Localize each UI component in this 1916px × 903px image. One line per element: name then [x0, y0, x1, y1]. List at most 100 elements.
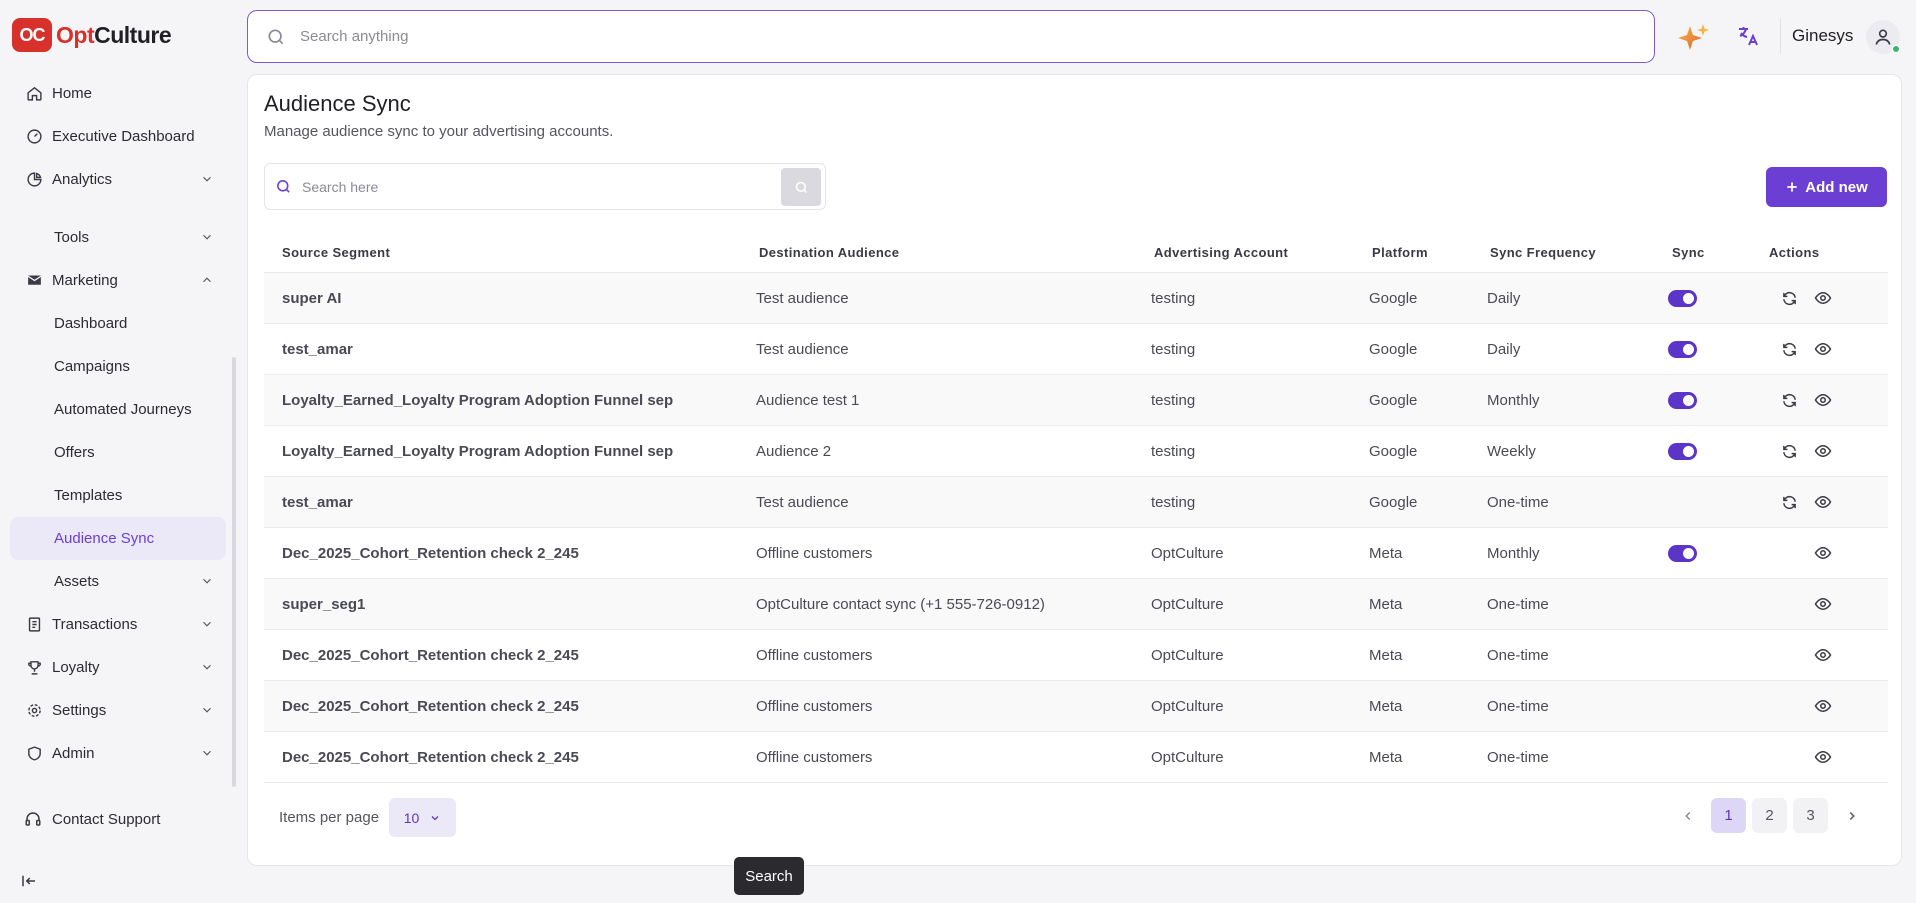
platform-cell: Meta — [1369, 748, 1403, 766]
sidebar-item-label: Tools — [54, 229, 90, 246]
sync-frequency-cell: One-time — [1487, 493, 1549, 511]
online-status-dot — [1892, 45, 1900, 53]
table-row[interactable]: test_amar Test audience testing Google Daily — [264, 324, 1888, 375]
table-row[interactable]: Dec_2025_Cohort_Retention check 2_245 Off… — [264, 528, 1888, 579]
table-search[interactable] — [264, 163, 826, 210]
contact-support-link[interactable]: Contact Support — [24, 810, 160, 828]
page-button-1[interactable]: 1 — [1711, 798, 1746, 833]
table-row[interactable]: test_amar Test audience testing Google One-t… — [264, 477, 1888, 528]
page-button-3[interactable]: 3 — [1793, 798, 1828, 833]
view-icon[interactable] — [1813, 594, 1833, 614]
table-row[interactable]: Loyalty_Earned_Loyalty Program Adoption … — [264, 426, 1888, 477]
items-per-page-select[interactable]: 10 — [389, 798, 456, 837]
chevron-down-icon — [203, 176, 211, 182]
resync-icon[interactable] — [1779, 288, 1799, 308]
sidebar-item-executive-dashboard[interactable]: Executive Dashboard — [10, 115, 226, 158]
view-icon[interactable] — [1813, 645, 1833, 665]
sidebar-scrollbar[interactable] — [232, 357, 236, 787]
sidebar-item-marketing[interactable]: Marketing — [10, 259, 226, 302]
resync-icon[interactable] — [1779, 390, 1799, 410]
sidebar-item-templates[interactable]: Templates — [10, 474, 226, 517]
source-segment-cell: Dec_2025_Cohort_Retention check 2_245 — [282, 697, 579, 715]
global-search[interactable] — [247, 10, 1655, 63]
sync-toggle[interactable] — [1668, 340, 1697, 358]
ai-sparkle-icon[interactable] — [1676, 20, 1712, 61]
view-icon[interactable] — [1813, 543, 1833, 563]
column-header[interactable]: Destination Audience — [756, 245, 1151, 260]
table-row[interactable]: Dec_2025_Cohort_Retention check 2_245 Off… — [264, 732, 1888, 783]
source-segment-cell: Loyalty_Earned_Loyalty Program Adoption … — [282, 391, 674, 409]
translate-icon[interactable] — [1736, 24, 1760, 53]
advertising-account-cell: OptCulture — [1151, 646, 1224, 664]
table-row[interactable]: Dec_2025_Cohort_Retention check 2_245 Off… — [264, 681, 1888, 732]
sync-toggle[interactable] — [1668, 544, 1697, 562]
sidebar-item-audience-sync[interactable]: Audience Sync — [10, 517, 226, 560]
actions-cell — [1769, 441, 1888, 461]
collapse-sidebar-icon[interactable] — [20, 872, 38, 895]
table-search-input[interactable] — [302, 178, 772, 195]
destination-audience-cell: Offline customers — [756, 544, 873, 562]
platform-cell: Google — [1369, 340, 1418, 358]
resync-icon[interactable] — [1779, 441, 1799, 461]
destination-audience-cell: Offline customers — [756, 646, 873, 664]
sync-frequency-cell: One-time — [1487, 646, 1549, 664]
envelope-icon — [24, 271, 44, 291]
sync-cell — [1668, 289, 1769, 307]
app-logo[interactable]: OC OptCulture — [12, 18, 172, 52]
global-search-input[interactable] — [300, 28, 1500, 45]
sidebar-item-offers[interactable]: Offers — [10, 431, 226, 474]
sync-toggle[interactable] — [1668, 289, 1697, 307]
prev-page-button[interactable] — [1670, 798, 1705, 833]
next-page-button[interactable] — [1834, 798, 1869, 833]
page-subtitle: Manage audience sync to your advertising… — [264, 123, 614, 140]
org-name[interactable]: Ginesys — [1792, 26, 1853, 46]
source-segment-cell: Dec_2025_Cohort_Retention check 2_245 — [282, 748, 579, 766]
view-icon[interactable] — [1813, 696, 1833, 716]
table-row[interactable]: Dec_2025_Cohort_Retention check 2_245 Off… — [264, 630, 1888, 681]
sidebar-item-admin[interactable]: Admin — [10, 732, 226, 775]
table-row[interactable]: super_seg1 OptCulture contact sync (+1 55… — [264, 579, 1888, 630]
view-icon[interactable] — [1813, 747, 1833, 767]
column-header[interactable]: Sync — [1669, 245, 1769, 260]
home-icon — [24, 84, 44, 104]
actions-cell — [1769, 339, 1888, 359]
page-button-2[interactable]: 2 — [1752, 798, 1787, 833]
sync-toggle[interactable] — [1668, 391, 1697, 409]
view-icon[interactable] — [1813, 492, 1833, 512]
view-icon[interactable] — [1813, 441, 1833, 461]
sync-toggle[interactable] — [1668, 442, 1697, 460]
resync-icon[interactable] — [1779, 492, 1799, 512]
table-row[interactable]: Loyalty_Earned_Loyalty Program Adoption … — [264, 375, 1888, 426]
table-body: super AI Test audience testing Google Daily t… — [264, 273, 1888, 783]
gear-icon — [24, 701, 44, 721]
search-icon — [268, 29, 284, 44]
sidebar-item-label: Campaigns — [54, 358, 130, 375]
source-segment-cell: super_seg1 — [282, 595, 366, 613]
avatar[interactable] — [1866, 20, 1900, 54]
sidebar-item-label: Assets — [54, 573, 100, 590]
advertising-account-cell: testing — [1151, 340, 1196, 358]
sidebar-item-assets[interactable]: Assets — [10, 560, 226, 603]
view-icon[interactable] — [1813, 288, 1833, 308]
search-icon — [277, 180, 290, 193]
sidebar-item-loyalty[interactable]: Loyalty — [10, 646, 226, 689]
sidebar-item-automated-journeys[interactable]: Automated Journeys — [10, 388, 226, 431]
advertising-account-cell: testing — [1151, 391, 1196, 409]
column-header[interactable]: Advertising Account — [1151, 245, 1369, 260]
sidebar-item-home[interactable]: Home — [10, 72, 226, 115]
column-header[interactable]: Sync Frequency — [1487, 245, 1669, 260]
table-row[interactable]: super AI Test audience testing Google Daily — [264, 273, 1888, 324]
sidebar-item-analytics[interactable]: Analytics — [10, 158, 226, 201]
resync-icon[interactable] — [1779, 339, 1799, 359]
column-header[interactable]: Source Segment — [264, 245, 756, 260]
search-button[interactable] — [781, 168, 821, 206]
view-icon[interactable] — [1813, 390, 1833, 410]
sidebar-item-tools[interactable]: Tools — [10, 216, 226, 259]
sidebar-item-settings[interactable]: Settings — [10, 689, 226, 732]
column-header[interactable]: Platform — [1369, 245, 1487, 260]
sidebar-item-dashboard[interactable]: Dashboard — [10, 302, 226, 345]
sidebar-item-transactions[interactable]: Transactions — [10, 603, 226, 646]
view-icon[interactable] — [1813, 339, 1833, 359]
add-new-button[interactable]: Add new — [1766, 167, 1887, 207]
sidebar-item-campaigns[interactable]: Campaigns — [10, 345, 226, 388]
